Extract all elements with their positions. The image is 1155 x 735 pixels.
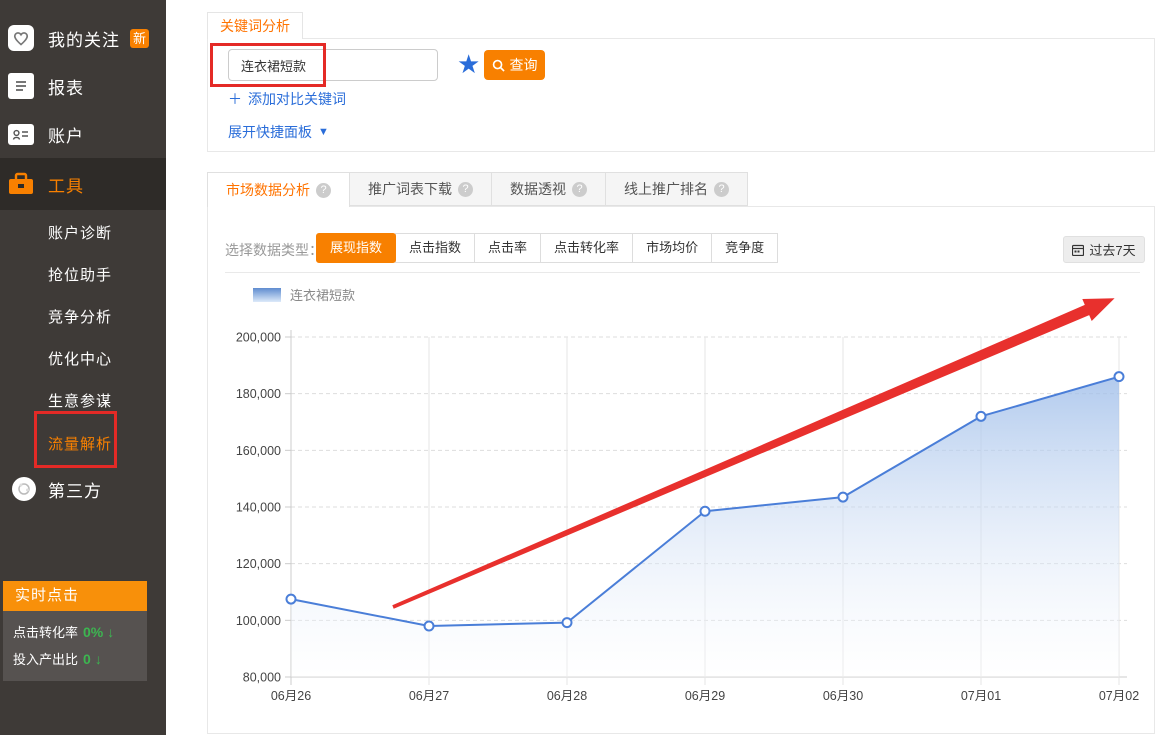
sidebar-item-account[interactable]: 账户 [0,112,166,156]
sidebar-item-tools[interactable]: 工具 [0,158,166,210]
sidebar-item-label: 工具 [48,172,84,197]
account-card-icon [8,124,34,145]
chart-legend: 连衣裙短款 [253,285,355,304]
data-type-competition[interactable]: 竞争度 [711,233,778,263]
data-type-label: 选择数据类型： [225,240,323,260]
help-icon[interactable]: ? [714,182,729,197]
svg-text:06月30: 06月30 [823,689,863,703]
data-type-click-index[interactable]: 点击指数 [395,233,475,263]
help-icon[interactable]: ? [316,183,331,198]
legend-swatch [253,288,281,302]
tab-promo-wordlist-download[interactable]: 推广词表下载 ? [349,172,492,206]
tab-keyword-analysis[interactable]: 关键词分析 [207,12,303,39]
svg-text:180,000: 180,000 [236,387,281,401]
report-icon [8,73,34,99]
svg-text:06月26: 06月26 [271,689,311,703]
data-type-market-avg-price[interactable]: 市场均价 [632,233,712,263]
new-badge: 新 [130,29,149,48]
page: 我的关注 新 报表 账户 工具 账户诊断 抢位助手 竞争分析 优化中心 生意参谋… [0,0,1155,735]
down-arrow-icon: ↓ [107,624,114,640]
svg-text:160,000: 160,000 [236,444,281,458]
sidebar-subitem-traffic-analysis[interactable]: 流量解析 [48,433,112,454]
tab-market-data-analysis[interactable]: 市场数据分析 ? [207,172,350,207]
svg-text:06月28: 06月28 [547,689,587,703]
caret-down-icon: ▼ [318,126,329,138]
sidebar-item-label: 报表 [48,74,84,99]
realtime-widget-title: 实时点击 [3,581,147,611]
sidebar-subitem-account-diagnosis[interactable]: 账户诊断 [48,222,112,243]
svg-text:100,000: 100,000 [236,614,281,628]
tab-online-promo-ranking[interactable]: 线上推广排名 ? [605,172,748,206]
svg-text:80,000: 80,000 [243,671,281,685]
help-icon[interactable]: ? [572,182,587,197]
svg-text:120,000: 120,000 [236,557,281,571]
svg-text:06月29: 06月29 [685,689,725,703]
down-arrow-icon: ↓ [95,651,102,667]
realtime-row-roi: 投入产出比 0 ↓ [13,649,137,668]
sidebar: 我的关注 新 报表 账户 工具 账户诊断 抢位助手 竞争分析 优化中心 生意参谋… [0,0,166,735]
data-type-button-group: 展现指数 点击指数 点击率 点击转化率 市场均价 竞争度 [317,233,778,263]
sidebar-item-my-follow[interactable]: 我的关注 新 [0,16,166,60]
favorite-star-icon[interactable]: ★ [457,49,480,80]
svg-text:07月01: 07月01 [961,689,1001,703]
sidebar-subitem-competition-analysis[interactable]: 竞争分析 [48,306,112,327]
data-type-click-conversion[interactable]: 点击转化率 [540,233,633,263]
third-party-icon [12,477,36,501]
sidebar-item-label: 我的关注 [48,26,120,51]
tab-data-perspective[interactable]: 数据透视 ? [491,172,606,206]
sidebar-subitem-optimization-center[interactable]: 优化中心 [48,348,112,369]
search-icon [492,59,505,72]
query-button[interactable]: 查询 [484,50,545,80]
heart-icon [8,25,34,51]
realtime-click-widget: 实时点击 点击转化率 0% ↓ 投入产出比 0 ↓ [3,581,147,681]
sidebar-subitem-business-advisor[interactable]: 生意参谋 [48,390,112,411]
briefcase-icon [8,171,34,197]
analysis-tabs: 市场数据分析 ? 推广词表下载 ? 数据透视 ? 线上推广排名 ? [207,172,748,207]
help-icon[interactable]: ? [458,182,473,197]
plus-icon: ＋ [228,89,242,109]
realtime-row-ctr: 点击转化率 0% ↓ [13,622,137,641]
svg-text:07月02: 07月02 [1099,689,1139,703]
add-compare-keyword-link[interactable]: ＋ 添加对比关键词 [228,89,346,109]
date-range-button[interactable]: 过去7天 [1063,236,1145,263]
sidebar-subitem-rank-assistant[interactable]: 抢位助手 [48,264,112,285]
sidebar-item-reports[interactable]: 报表 [0,64,166,108]
svg-text:200,000: 200,000 [236,331,281,345]
svg-text:06月27: 06月27 [409,689,449,703]
data-type-ctr[interactable]: 点击率 [474,233,541,263]
trend-line-chart: 80,000 100,000 120,000 140,000 160,000 180,00… [225,272,1155,733]
expand-quick-panel-link[interactable]: 展开快捷面板 ▼ [228,122,329,142]
sidebar-item-label: 第三方 [48,477,102,502]
calendar-icon [1072,244,1084,256]
sidebar-item-third-party[interactable]: 第三方 [0,467,166,511]
sidebar-item-label: 账户 [48,122,84,147]
svg-text:140,000: 140,000 [236,501,281,515]
data-type-impression-index[interactable]: 展现指数 [316,233,396,263]
keyword-search-input[interactable] [228,49,438,81]
legend-label: 连衣裙短款 [290,285,355,304]
